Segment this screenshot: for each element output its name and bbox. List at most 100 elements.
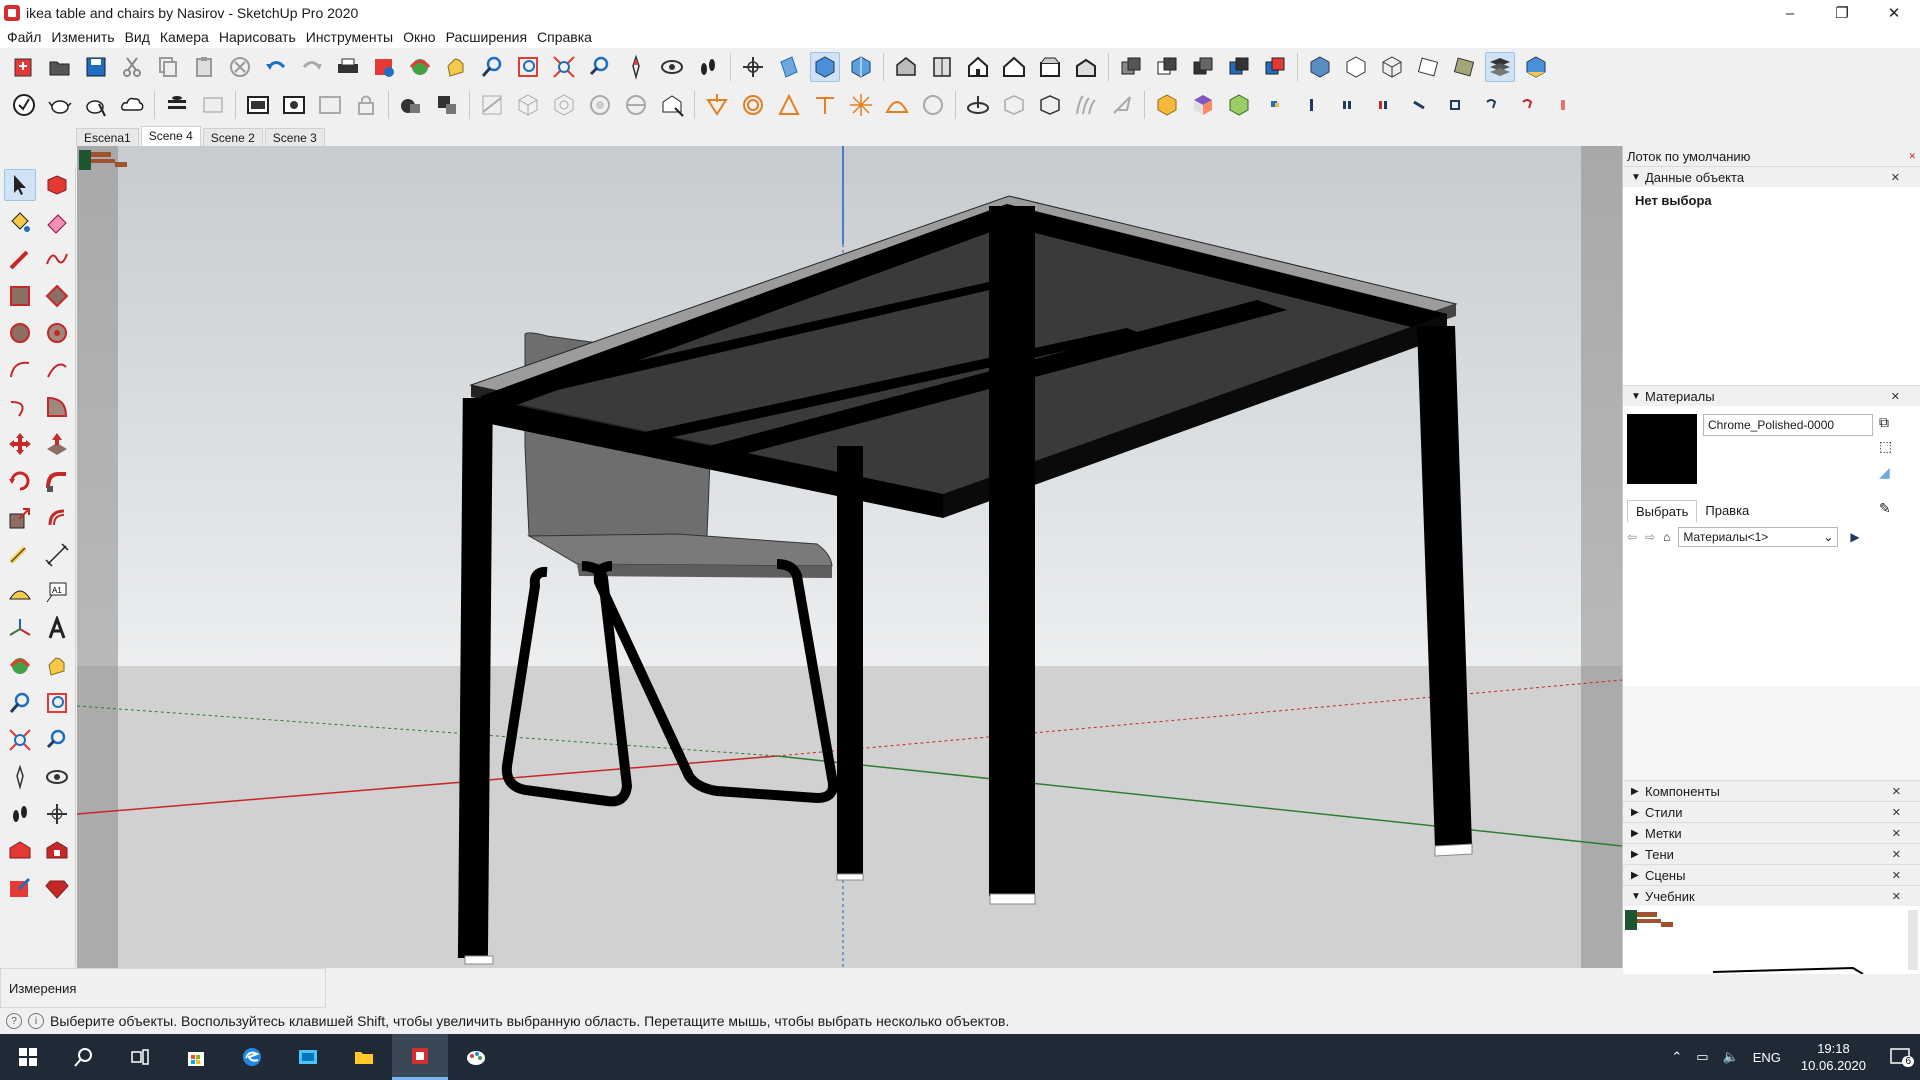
back-view-icon[interactable] [1035,52,1065,82]
previous-tool-icon[interactable] [41,724,73,756]
paint-bucket-icon[interactable] [4,206,36,238]
geo-location-icon[interactable]: ? [6,1013,22,1029]
save-icon[interactable] [81,52,111,82]
menu-draw[interactable]: Нарисовать [214,29,301,45]
zoom-extents-tool-icon[interactable] [4,724,36,756]
sketchup-taskbar-icon[interactable] [392,1034,448,1080]
make-component-icon[interactable] [41,169,73,201]
close-icon[interactable]: ✕ [1892,890,1901,903]
styles-icon[interactable] [1521,52,1551,82]
section-cuts-icon[interactable] [846,52,876,82]
arc-icon[interactable] [4,354,36,386]
cube-gold-icon[interactable] [1152,90,1182,120]
menu-help[interactable]: Справка [532,29,597,45]
box-solid-icon[interactable] [1035,90,1065,120]
material-swatch[interactable] [1627,414,1697,484]
layers-icon[interactable] [1485,52,1515,82]
styles-header[interactable]: ▶ Стили ✕ [1623,801,1920,822]
two-point-arc-icon[interactable] [41,354,73,386]
search-icon[interactable] [56,1034,112,1080]
back-edges-icon[interactable] [1152,52,1182,82]
start-windows-icon[interactable] [0,1034,56,1080]
cube-green-icon[interactable] [1224,90,1254,120]
model-viewport[interactable] [77,146,1622,968]
check-solid-icon[interactable] [9,90,39,120]
create-material-icon[interactable]: ⧉ [1879,414,1889,431]
tape-measure-icon[interactable] [4,539,36,571]
menu-camera[interactable]: Камера [155,29,214,45]
axes-icon[interactable] [738,52,768,82]
plugin-small-8-icon[interactable] [1512,90,1542,120]
pan-tool-icon[interactable] [41,650,73,682]
polygon-icon[interactable] [41,317,73,349]
section-plane-tool-icon[interactable] [41,798,73,830]
tab-select[interactable]: Выбрать [1627,500,1698,522]
info-icon[interactable]: i [28,1013,44,1029]
zoom-window-tool-icon[interactable] [41,687,73,719]
face-style-textured-icon[interactable] [1449,52,1479,82]
offset-icon[interactable] [41,502,73,534]
plugin-small-9-icon[interactable] [1548,90,1578,120]
face-style-shaded-icon[interactable] [1413,52,1443,82]
menu-extensions[interactable]: Расширения [441,29,532,45]
scenes-header[interactable]: ▶ Сцены ✕ [1623,864,1920,885]
menu-file[interactable]: Файл [2,29,46,45]
close-icon[interactable]: ✕ [1892,806,1901,819]
pie-icon[interactable] [41,391,73,423]
orbit-icon[interactable] [405,52,435,82]
scene-tab-escena1[interactable]: Escena1 [76,128,139,146]
zoom-tool-icon[interactable] [4,687,36,719]
solid-subtract-icon[interactable] [432,90,462,120]
zoom-icon[interactable] [477,52,507,82]
close-icon[interactable]: ✕ [1891,171,1900,184]
stamp-icon[interactable] [585,90,615,120]
interact-icon[interactable] [315,90,345,120]
close-button[interactable]: ✕ [1868,0,1920,26]
circle-icon[interactable] [4,317,36,349]
file-explorer-icon[interactable] [336,1034,392,1080]
menu-view[interactable]: Вид [120,29,155,45]
erase-icon[interactable] [225,52,255,82]
dimension-icon[interactable] [41,539,73,571]
share-model-icon[interactable] [4,872,36,904]
export-icon[interactable] [162,90,192,120]
zoom-extents-icon[interactable] [549,52,579,82]
dynamic-component-icon[interactable] [279,90,309,120]
network-icon[interactable]: ▭ [1696,1049,1708,1065]
material-name-field[interactable]: Chrome_Polished-0000 [1703,414,1873,436]
sample-paint-icon[interactable]: ✎ [1879,500,1891,517]
model-info-icon[interactable] [369,52,399,82]
task-view-icon[interactable] [112,1034,168,1080]
dome-icon[interactable] [882,90,912,120]
pan-hand-icon[interactable] [441,52,471,82]
top-view-icon[interactable] [927,52,957,82]
entity-info-header[interactable]: ▼ Данные объекта ✕ [1623,166,1920,187]
scene-tab-scene-3[interactable]: Scene 3 [264,128,325,146]
monochrome-icon[interactable] [1305,52,1335,82]
component-options-icon[interactable] [243,90,273,120]
shadows-header[interactable]: ▶ Тени ✕ [1623,843,1920,864]
tags-header[interactable]: ▶ Метки ✕ [1623,822,1920,843]
face-style-hidden-icon[interactable] [1377,52,1407,82]
push-pull-variant-icon[interactable] [702,90,732,120]
text-label-icon[interactable]: A1 [41,576,73,608]
left-view-icon[interactable] [1071,52,1101,82]
iso-view-icon[interactable] [891,52,921,82]
tray-close-icon[interactable]: ✕ [1908,151,1916,162]
clock[interactable]: 19:18 10.06.2020 [1801,1040,1866,1074]
walk-tool-icon[interactable] [4,798,36,830]
plugin-small-5-icon[interactable] [1404,90,1434,120]
copy-icon[interactable] [153,52,183,82]
face-style-wire-icon[interactable] [1341,52,1371,82]
lock-icon[interactable] [351,90,381,120]
import-icon[interactable] [198,90,228,120]
chevron-up-icon[interactable]: ⌃ [1671,1049,1682,1065]
ruby-icon[interactable] [41,872,73,904]
previous-view-icon[interactable] [585,52,615,82]
cloud-icon[interactable] [117,90,147,120]
undo-icon[interactable] [261,52,291,82]
extension-warehouse-icon[interactable] [41,835,73,867]
box-icon[interactable] [999,90,1029,120]
follow-me-icon[interactable] [738,90,768,120]
scene-tab-scene-2[interactable]: Scene 2 [202,128,263,146]
